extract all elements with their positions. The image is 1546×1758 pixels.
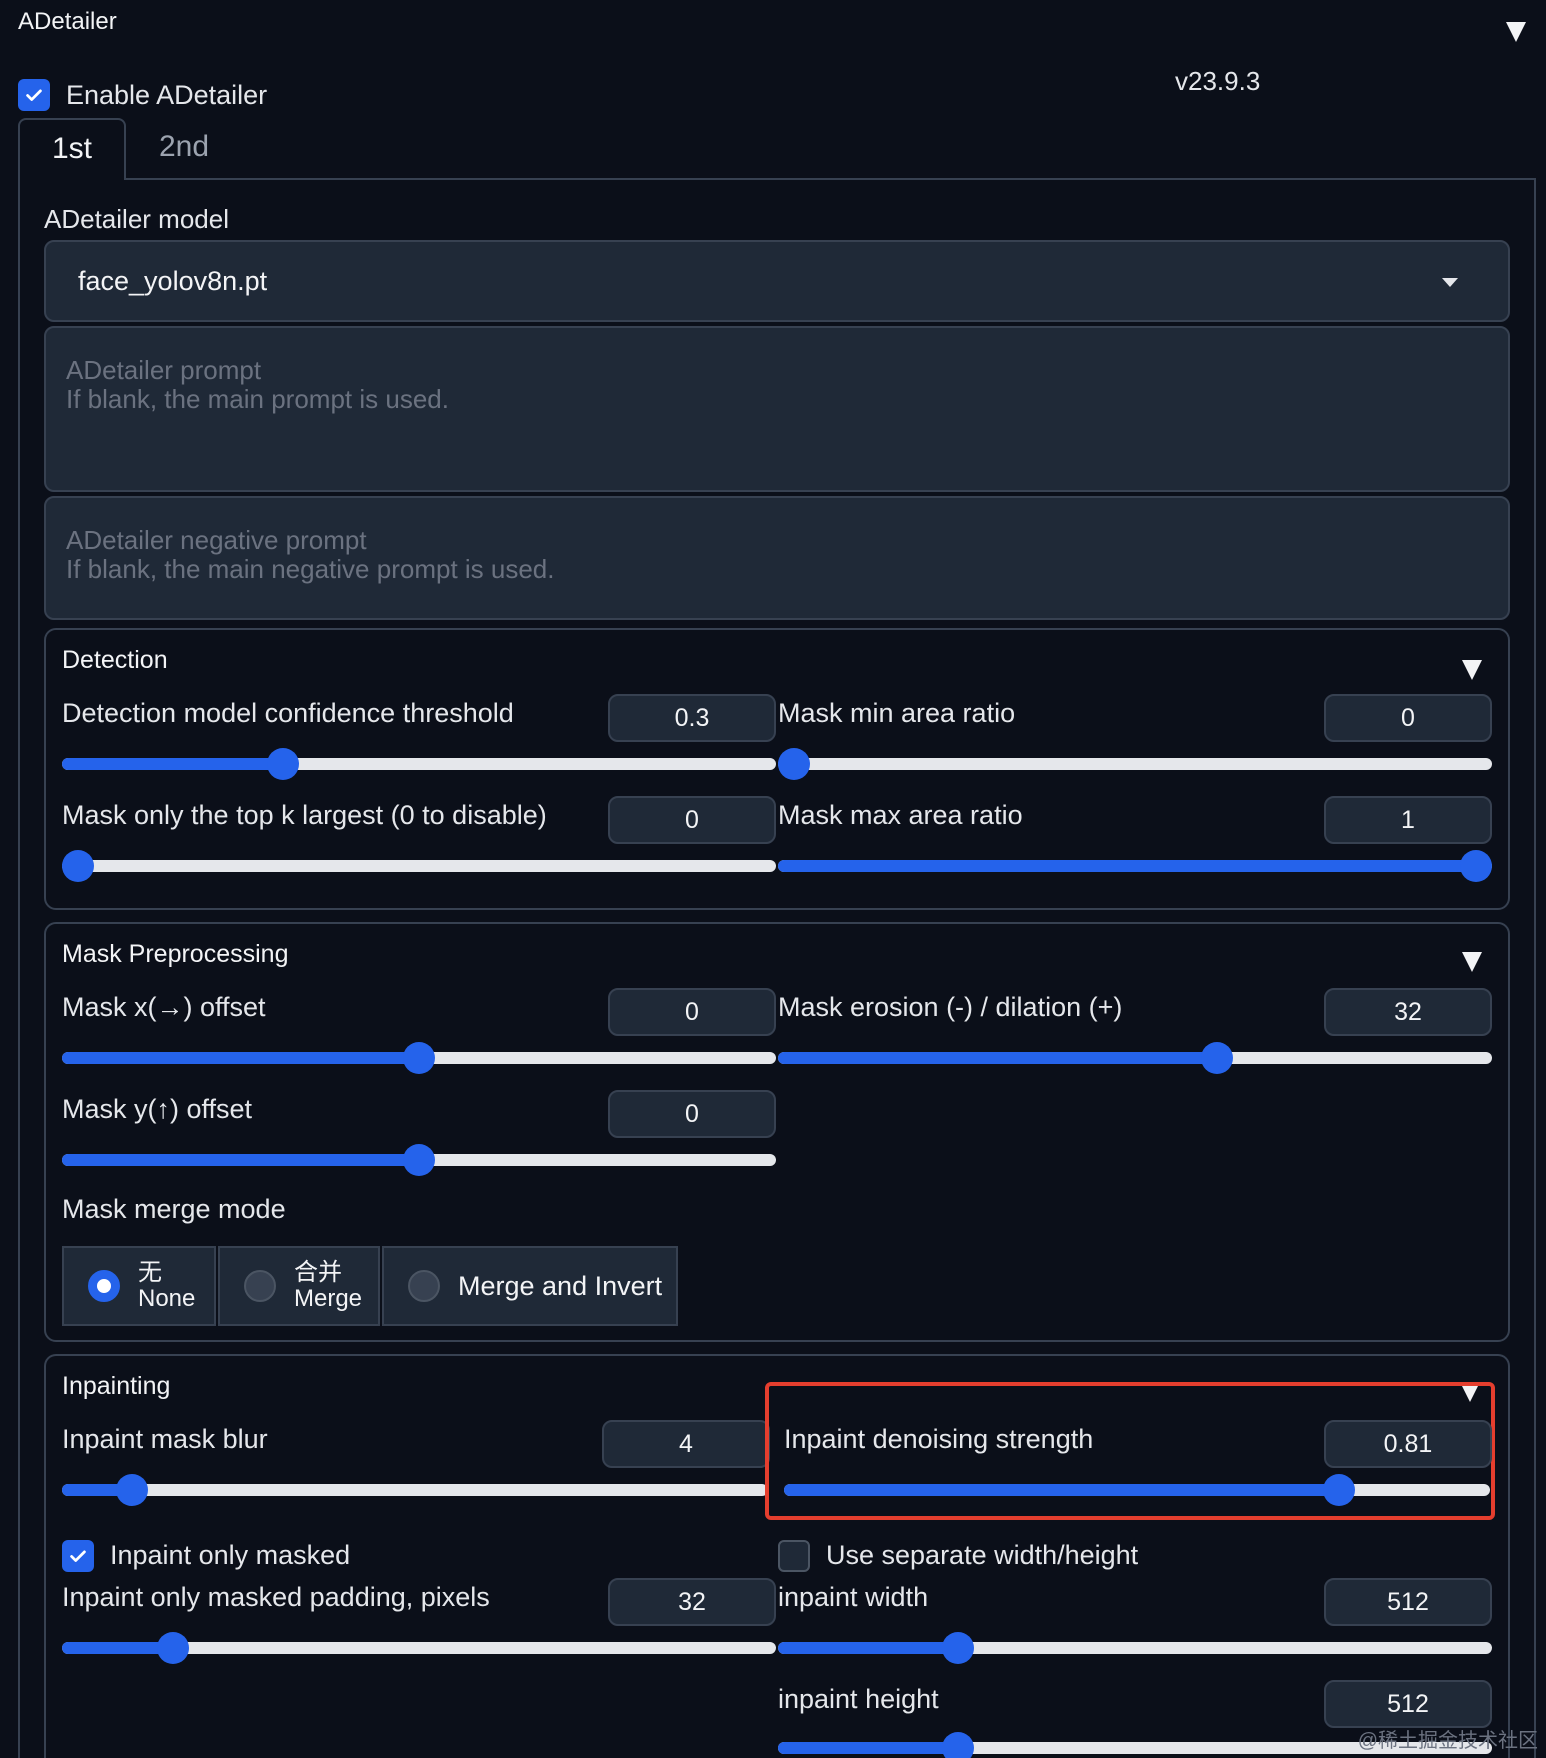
collapse-triangle-icon[interactable]	[1506, 22, 1526, 42]
option-en: Merge and Invert	[458, 1271, 663, 1301]
check-icon	[70, 1550, 86, 1562]
tab-2nd[interactable]: 2nd	[134, 118, 234, 178]
option-en: Merge	[294, 1285, 363, 1312]
top-k-input[interactable]: 0	[608, 796, 776, 844]
confidence-input[interactable]: 0.3	[608, 694, 776, 742]
slider-thumb[interactable]	[62, 850, 94, 882]
option-zh: 无	[138, 1259, 162, 1286]
version-label: v23.9.3	[1175, 66, 1261, 96]
slider-thumb[interactable]	[403, 1042, 435, 1074]
top-k-slider[interactable]	[62, 850, 776, 882]
caret-down-icon	[1442, 278, 1458, 287]
min-area-slider[interactable]	[778, 748, 1492, 780]
check-icon	[26, 89, 42, 101]
height-label: inpaint height	[778, 1684, 939, 1714]
tabs-divider	[124, 178, 1536, 180]
watermark: @稀土掘金技术社区	[1357, 1730, 1538, 1752]
only-masked-checkbox[interactable]	[62, 1540, 94, 1572]
slider-fill	[778, 1742, 958, 1754]
slider-thumb[interactable]	[403, 1144, 435, 1176]
slider-fill	[62, 1154, 419, 1166]
merge-mode-option-none[interactable]: 无 None	[62, 1246, 216, 1326]
section-title: ADetailer	[18, 8, 117, 35]
y-offset-label: Mask y(↑) offset	[62, 1094, 253, 1124]
slider-fill	[778, 860, 1476, 872]
slider-fill	[778, 1052, 1217, 1064]
detection-title: Detection	[62, 646, 168, 674]
slider-fill	[778, 1642, 958, 1654]
erosion-slider[interactable]	[778, 1042, 1492, 1074]
tab-1st[interactable]: 1st	[18, 118, 126, 180]
enable-adetailer-label: Enable ADetailer	[66, 80, 268, 110]
min-area-label: Mask min area ratio	[778, 698, 1016, 728]
mask-blur-label: Inpaint mask blur	[62, 1424, 268, 1454]
merge-mode-option-merge[interactable]: 合并 Merge	[218, 1246, 380, 1326]
model-value: face_yolov8n.pt	[78, 266, 268, 296]
slider-thumb[interactable]	[115, 1474, 148, 1506]
mask-blur-slider[interactable]	[62, 1474, 768, 1506]
slider-thumb[interactable]	[266, 748, 299, 780]
model-label: ADetailer model	[44, 204, 229, 234]
slider-thumb[interactable]	[1323, 1474, 1356, 1506]
x-offset-input[interactable]: 0	[608, 988, 776, 1036]
detection-collapse-icon[interactable]	[1462, 660, 1482, 680]
slider-thumb[interactable]	[941, 1632, 974, 1664]
width-slider[interactable]	[778, 1632, 1492, 1664]
mask-preprocessing-title: Mask Preprocessing	[62, 940, 289, 968]
radio-selected-icon	[88, 1270, 120, 1302]
merge-mode-option-merge-invert[interactable]: Merge and Invert	[382, 1246, 678, 1326]
slider-thumb[interactable]	[941, 1732, 974, 1758]
top-k-label: Mask only the top k largest (0 to disabl…	[62, 800, 547, 830]
only-masked-label: Inpaint only masked	[110, 1540, 351, 1570]
radio-unselected-icon	[408, 1270, 440, 1302]
enable-adetailer-checkbox[interactable]	[18, 79, 50, 111]
mask-blur-input[interactable]: 4	[602, 1420, 770, 1468]
padding-input[interactable]: 32	[608, 1578, 776, 1626]
slider-thumb[interactable]	[1460, 850, 1492, 882]
padding-slider[interactable]	[62, 1632, 776, 1664]
adetailer-negative-prompt-input[interactable]: ADetailer negative prompt If blank, the …	[44, 496, 1510, 620]
y-offset-slider[interactable]	[62, 1144, 776, 1176]
confidence-label: Detection model confidence threshold	[62, 698, 514, 728]
option-en: None	[138, 1285, 196, 1312]
slider-fill	[62, 758, 283, 770]
denoising-label: Inpaint denoising strength	[784, 1424, 1094, 1454]
slider-fill	[62, 1052, 419, 1064]
option-zh: 合并	[294, 1259, 342, 1286]
min-area-input[interactable]: 0	[1324, 694, 1492, 742]
denoising-input[interactable]: 0.81	[1324, 1420, 1492, 1468]
separate-wh-checkbox[interactable]	[778, 1540, 810, 1572]
adetailer-prompt-input[interactable]: ADetailer prompt If blank, the main prom…	[44, 326, 1510, 492]
merge-mode-label: Mask merge mode	[62, 1194, 286, 1224]
erosion-label: Mask erosion (-) / dilation (+)	[778, 992, 1123, 1022]
x-offset-label: Mask x(→) offset	[62, 992, 266, 1022]
radio-unselected-icon	[244, 1270, 276, 1302]
height-input[interactable]: 512	[1324, 1680, 1492, 1728]
slider-fill	[784, 1484, 1340, 1496]
slider-thumb[interactable]	[1200, 1042, 1233, 1074]
width-input[interactable]: 512	[1324, 1578, 1492, 1626]
denoising-slider[interactable]	[784, 1474, 1490, 1506]
inpainting-title: Inpainting	[62, 1372, 171, 1400]
max-area-label: Mask max area ratio	[778, 800, 1023, 830]
max-area-input[interactable]: 1	[1324, 796, 1492, 844]
width-label: inpaint width	[778, 1582, 929, 1612]
mask-preprocessing-collapse-icon[interactable]	[1462, 952, 1482, 972]
erosion-input[interactable]: 32	[1324, 988, 1492, 1036]
confidence-slider[interactable]	[62, 748, 776, 780]
x-offset-slider[interactable]	[62, 1042, 776, 1074]
max-area-slider[interactable]	[778, 850, 1492, 882]
padding-label: Inpaint only masked padding, pixels	[62, 1582, 490, 1612]
y-offset-input[interactable]: 0	[608, 1090, 776, 1138]
slider-thumb[interactable]	[778, 748, 810, 780]
model-dropdown[interactable]: face_yolov8n.pt	[44, 240, 1510, 322]
separate-wh-label: Use separate width/height	[826, 1540, 1139, 1570]
